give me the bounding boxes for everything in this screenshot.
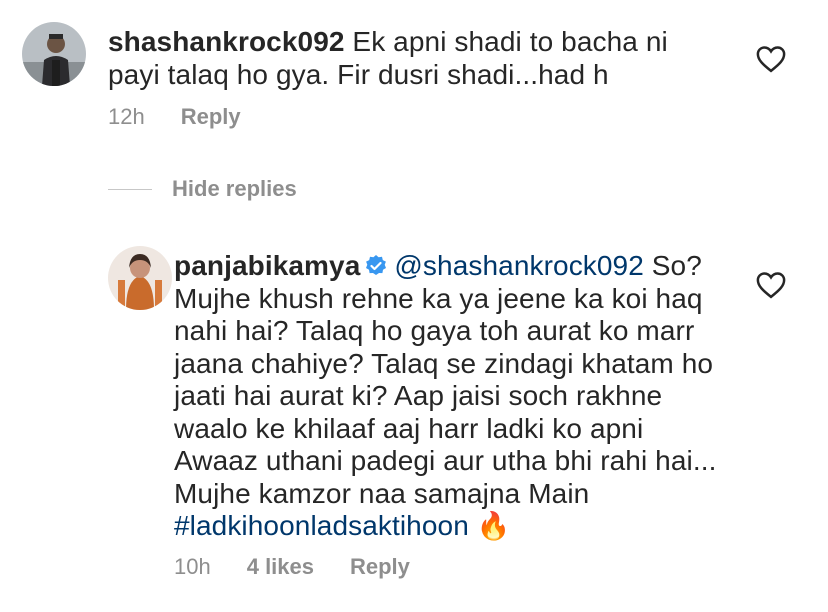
comment-time: 12h bbox=[108, 104, 145, 129]
verified-badge-icon bbox=[364, 254, 388, 278]
reply-button[interactable]: Reply bbox=[181, 104, 241, 130]
hashtag-link[interactable]: #ladkihoonladsaktihoon bbox=[174, 510, 469, 541]
like-heart-icon[interactable] bbox=[756, 45, 786, 73]
comment-username[interactable]: shashankrock092 bbox=[108, 26, 345, 57]
hide-replies-label: Hide replies bbox=[172, 176, 297, 201]
reply-button[interactable]: Reply bbox=[350, 554, 410, 580]
avatar[interactable] bbox=[22, 22, 86, 86]
comment-meta: 10h 4 likes Reply bbox=[174, 554, 446, 580]
comment-meta: 12h Reply bbox=[108, 104, 277, 130]
comment-username[interactable]: panjabikamya bbox=[174, 250, 360, 281]
mention-link[interactable]: @shashankrock092 bbox=[394, 250, 644, 281]
comment-text: shashankrock092 Ek apni shadi to bacha n… bbox=[108, 26, 708, 91]
comment-time: 10h bbox=[174, 554, 211, 579]
fire-emoji: 🔥 bbox=[476, 511, 511, 541]
hide-replies-button[interactable]: Hide replies bbox=[108, 176, 297, 202]
avatar[interactable] bbox=[108, 246, 172, 310]
like-heart-icon[interactable] bbox=[756, 271, 786, 299]
comment-text: panjabikamya @shashankrock092 So? Mujhe k… bbox=[174, 250, 724, 543]
likes-count[interactable]: 4 likes bbox=[247, 554, 314, 580]
comment-body: So? Mujhe khush rehne ka ya jeene ka koi… bbox=[174, 250, 717, 509]
divider-line bbox=[108, 188, 152, 190]
